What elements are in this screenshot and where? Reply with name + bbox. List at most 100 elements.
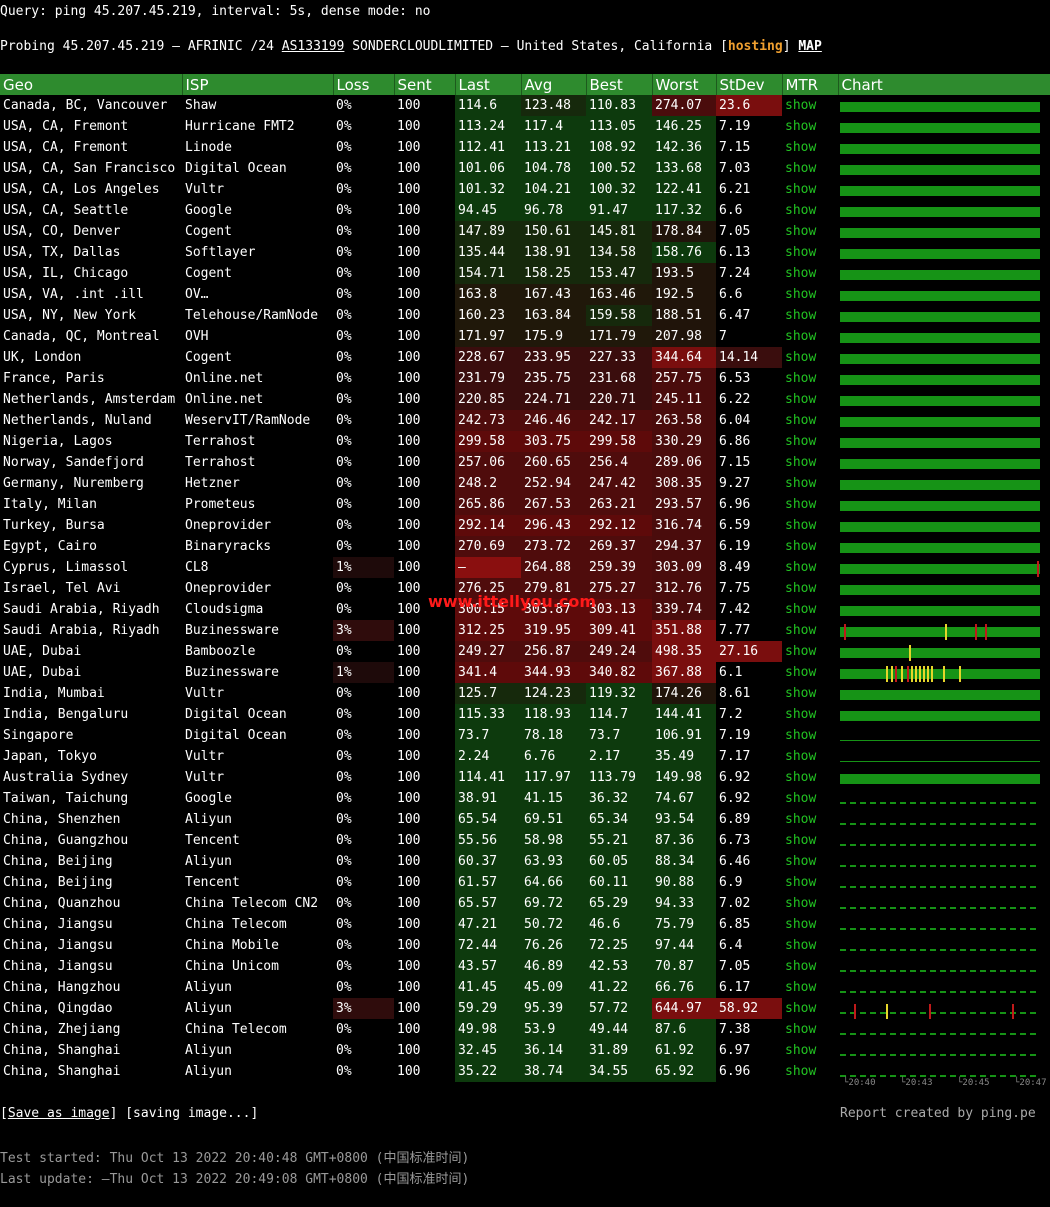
sent-cell: 100 — [397, 476, 421, 491]
mtr-show-link[interactable]: show — [782, 578, 838, 599]
save-image-link[interactable]: Save as image — [8, 1106, 110, 1121]
loss-spike-marker — [984, 623, 987, 640]
mtr-show-link[interactable]: show — [782, 263, 838, 284]
loss-spike-marker — [901, 665, 904, 682]
latency-sparkline — [840, 949, 1040, 951]
isp-cell: Vultr — [185, 686, 225, 701]
col-header-sent: Sent — [394, 74, 456, 95]
last-cell: 125.7 — [455, 683, 521, 704]
best-cell: 2.17 — [586, 746, 652, 767]
mtr-show-link[interactable]: show — [782, 1019, 838, 1040]
latency-sparkline — [840, 761, 1040, 762]
geo-cell: China, Qingdao — [3, 1001, 113, 1016]
mtr-show-link[interactable]: show — [782, 914, 838, 935]
isp-cell: Cogent — [185, 350, 232, 365]
latency-sparkline — [840, 521, 1040, 532]
mtr-show-link[interactable]: show — [782, 452, 838, 473]
mtr-show-link[interactable]: show — [782, 389, 838, 410]
best-cell: 60.05 — [586, 851, 652, 872]
mtr-show-link[interactable]: show — [782, 935, 838, 956]
chart-cell — [838, 851, 1050, 872]
mtr-show-link[interactable]: show — [782, 557, 838, 578]
mtr-show-link[interactable]: show — [782, 137, 838, 158]
table-row: Norway, Sandefjord Terrahost 0% 100 257.06 26… — [0, 452, 1050, 473]
mtr-show-link[interactable]: show — [782, 620, 838, 641]
worst-cell: 294.37 — [652, 536, 716, 557]
isp-cell: China Telecom — [185, 1022, 287, 1037]
isp-cell: Tencent — [185, 833, 240, 848]
latency-sparkline — [840, 644, 1040, 661]
best-cell: 36.32 — [586, 788, 652, 809]
mtr-show-link[interactable]: show — [782, 494, 838, 515]
col-header-last: Last — [455, 74, 522, 95]
mtr-show-link[interactable]: show — [782, 179, 838, 200]
mtr-show-link[interactable]: show — [782, 746, 838, 767]
best-cell: 57.72 — [586, 998, 652, 1019]
mtr-show-link[interactable]: show — [782, 893, 838, 914]
worst-cell: 97.44 — [652, 935, 716, 956]
mtr-show-link[interactable]: show — [782, 284, 838, 305]
isp-cell: Linode — [185, 140, 232, 155]
mtr-show-link[interactable]: show — [782, 809, 838, 830]
mtr-show-link[interactable]: show — [782, 221, 838, 242]
chart-cell — [838, 767, 1050, 788]
mtr-show-link[interactable]: show — [782, 956, 838, 977]
mtr-show-link[interactable]: show — [782, 347, 838, 368]
table-row: UAE, Dubai Buzinessware 1% 100 341.4 344.93 34… — [0, 662, 1050, 683]
col-header-best: Best — [586, 74, 653, 95]
mtr-show-link[interactable]: show — [782, 95, 838, 116]
mtr-show-link[interactable]: show — [782, 158, 838, 179]
chart-cell — [838, 221, 1050, 242]
loss-cell: 0% — [333, 1040, 394, 1061]
mtr-show-link[interactable]: show — [782, 662, 838, 683]
stdev-cell: 7.2 — [716, 704, 782, 725]
mtr-show-link[interactable]: show — [782, 788, 838, 809]
asn-link[interactable]: AS133199 — [282, 39, 345, 54]
last-cell: 47.21 — [455, 914, 521, 935]
geo-cell: Germany, Nuremberg — [3, 476, 144, 491]
mtr-show-link[interactable]: show — [782, 641, 838, 662]
mtr-show-link[interactable]: show — [782, 368, 838, 389]
loss-cell: 0% — [333, 515, 394, 536]
mtr-show-link[interactable]: show — [782, 998, 838, 1019]
avg-cell: 113.21 — [521, 137, 586, 158]
mtr-show-link[interactable]: show — [782, 977, 838, 998]
loss-spike-marker — [931, 665, 934, 682]
mtr-show-link[interactable]: show — [782, 1040, 838, 1061]
geo-cell: China, Hangzhou — [3, 980, 121, 995]
avg-cell: 78.18 — [521, 725, 586, 746]
loss-cell: 0% — [333, 473, 394, 494]
worst-cell: 65.92 — [652, 1061, 716, 1082]
mtr-show-link[interactable]: show — [782, 473, 838, 494]
stdev-cell: 58.92 — [716, 998, 782, 1019]
mtr-show-link[interactable]: show — [782, 536, 838, 557]
mtr-show-link[interactable]: show — [782, 116, 838, 137]
loss-cell: 0% — [333, 935, 394, 956]
geo-cell: China, Shenzhen — [3, 812, 121, 827]
mtr-show-link[interactable]: show — [782, 515, 838, 536]
mtr-show-link[interactable]: show — [782, 1061, 838, 1082]
best-cell: 340.82 — [586, 662, 652, 683]
mtr-show-link[interactable]: show — [782, 683, 838, 704]
mtr-show-link[interactable]: show — [782, 872, 838, 893]
mtr-show-link[interactable]: show — [782, 767, 838, 788]
last-cell: 49.98 — [455, 1019, 521, 1040]
mtr-show-link[interactable]: show — [782, 830, 838, 851]
mtr-show-link[interactable]: show — [782, 431, 838, 452]
mtr-show-link[interactable]: show — [782, 851, 838, 872]
isp-cell: Cogent — [185, 266, 232, 281]
map-link[interactable]: MAP — [798, 39, 821, 54]
latency-sparkline — [840, 802, 1040, 804]
geo-cell: Turkey, Bursa — [3, 518, 105, 533]
mtr-show-link[interactable]: show — [782, 200, 838, 221]
mtr-show-link[interactable]: show — [782, 410, 838, 431]
mtr-show-link[interactable]: show — [782, 326, 838, 347]
mtr-show-link[interactable]: show — [782, 599, 838, 620]
loss-spike-marker — [885, 1004, 888, 1019]
mtr-show-link[interactable]: show — [782, 725, 838, 746]
avg-cell: 117.4 — [521, 116, 586, 137]
mtr-show-link[interactable]: show — [782, 704, 838, 725]
mtr-show-link[interactable]: show — [782, 305, 838, 326]
mtr-show-link[interactable]: show — [782, 242, 838, 263]
last-cell: 147.89 — [455, 221, 521, 242]
